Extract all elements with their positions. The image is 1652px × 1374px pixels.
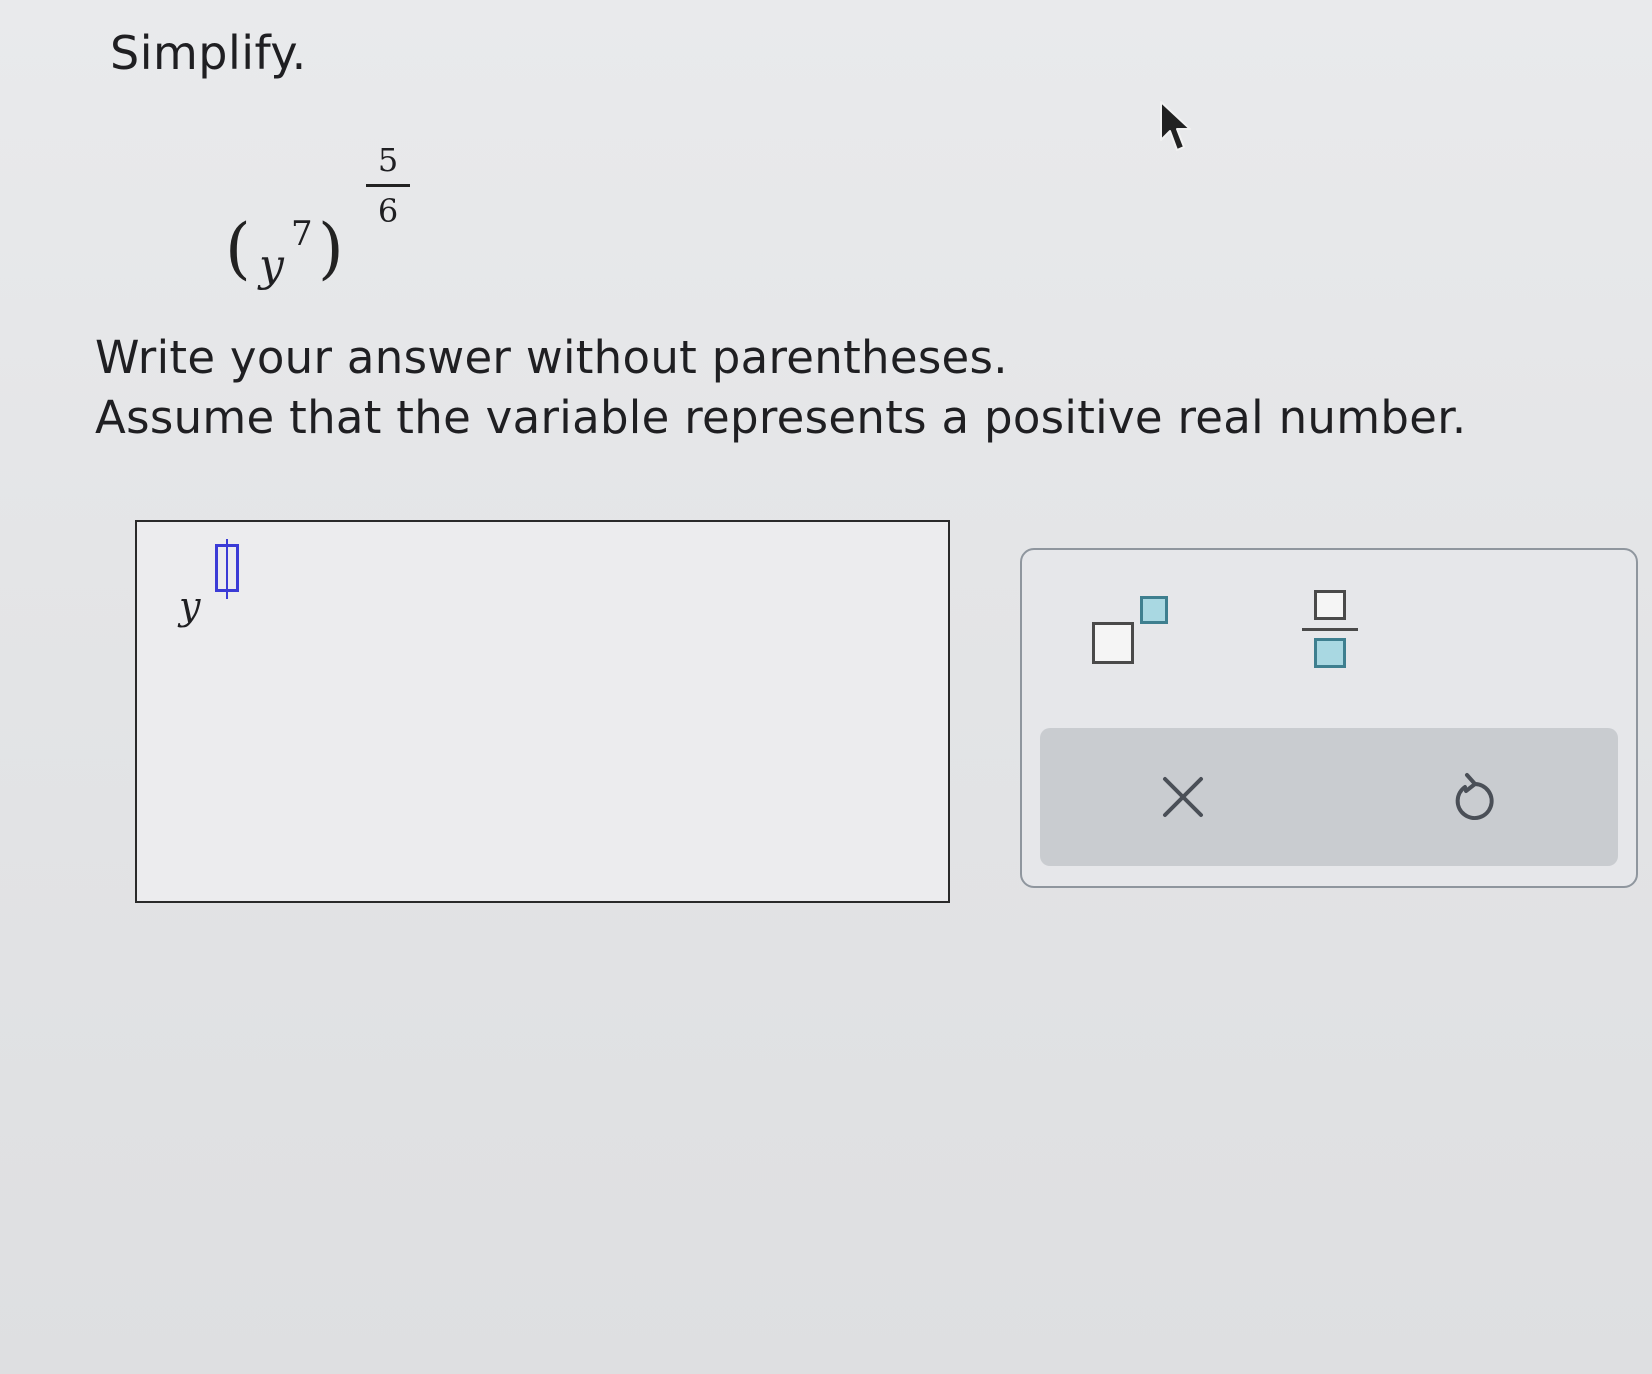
direction-line-1: Write your answer without parentheses. bbox=[95, 331, 1008, 384]
fraction-template-icon bbox=[1314, 590, 1346, 620]
clear-button[interactable] bbox=[1148, 762, 1218, 832]
close-icon bbox=[1163, 777, 1203, 817]
superscript-slot-icon bbox=[1140, 596, 1168, 624]
right-parenthesis: ) bbox=[318, 210, 344, 287]
undo-icon bbox=[1455, 773, 1494, 820]
keypad-action-bar bbox=[1040, 728, 1618, 866]
directions: Write your answer without parentheses. A… bbox=[95, 328, 1466, 448]
exponent-key[interactable] bbox=[1092, 590, 1182, 670]
outer-exponent-denominator: 6 bbox=[377, 192, 399, 230]
math-expression: ( y 7 ) 5 6 bbox=[225, 140, 415, 300]
math-keypad bbox=[1020, 548, 1638, 888]
answer-input-box[interactable]: y bbox=[135, 520, 950, 903]
fraction-bar bbox=[366, 184, 410, 187]
expression-base: y bbox=[259, 240, 284, 291]
instruction-title: Simplify. bbox=[110, 26, 307, 80]
outer-exponent-numerator: 5 bbox=[377, 141, 399, 179]
fraction-line-icon bbox=[1302, 628, 1358, 631]
outer-exponent-fraction: 5 6 bbox=[360, 140, 416, 231]
direction-line-2: Assume that the variable represents a po… bbox=[95, 391, 1467, 444]
left-parenthesis: ( bbox=[225, 210, 251, 287]
inner-exponent: 7 bbox=[291, 214, 313, 254]
superscript-template-icon bbox=[1092, 622, 1134, 664]
exponent-input-slot[interactable] bbox=[215, 539, 239, 599]
fraction-slot-icon bbox=[1314, 638, 1346, 668]
answer-base: y bbox=[179, 584, 201, 628]
fraction-key[interactable] bbox=[1302, 590, 1362, 680]
undo-button[interactable] bbox=[1440, 762, 1510, 832]
mouse-cursor-icon bbox=[1160, 101, 1191, 151]
